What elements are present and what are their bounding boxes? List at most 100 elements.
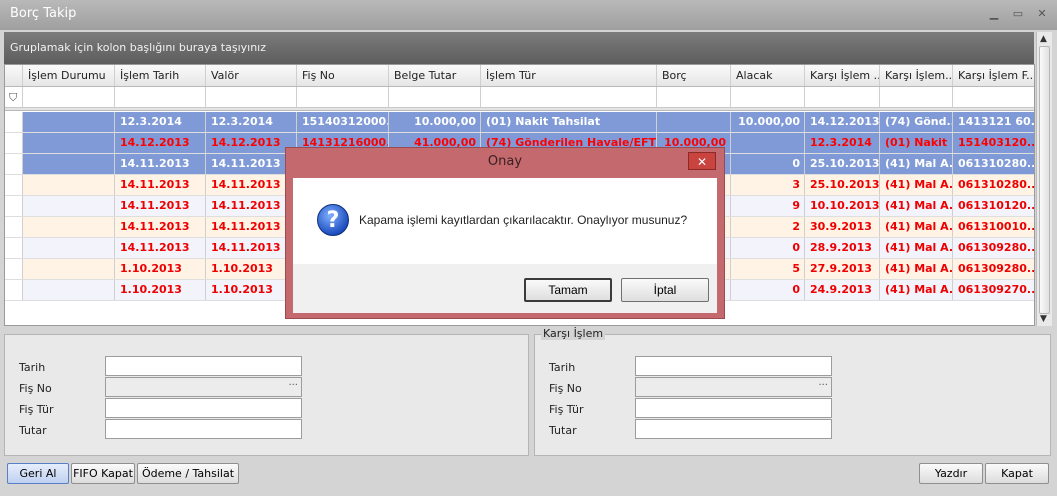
grid-vertical-scrollbar[interactable]: ▲ ▼ (1036, 32, 1052, 326)
table-cell: (01) Nakit Tahsilat (481, 112, 657, 132)
group-by-panel[interactable]: Gruplamak için kolon başlığını buraya ta… (4, 32, 1034, 64)
filter-cell[interactable] (481, 87, 657, 107)
scrollbar-thumb[interactable] (1039, 46, 1050, 314)
filter-cell[interactable] (880, 87, 953, 107)
row-indicator[interactable] (5, 196, 23, 216)
tamam-button[interactable]: Tamam (524, 278, 612, 302)
table-cell: 9 (731, 196, 805, 216)
filter-cell[interactable] (115, 87, 206, 107)
header-indicator (5, 65, 23, 86)
fis-no-field[interactable]: ··· (105, 377, 302, 397)
table-cell: 061310010... (953, 217, 1034, 237)
table-cell: (01) Nakit ... (880, 133, 953, 153)
close-icon[interactable]: ✕ (1034, 6, 1050, 22)
table-cell: 10.000,00 (389, 112, 481, 132)
table-cell: 14.11.2013 (115, 196, 206, 216)
table-cell: 14.12.2013 (115, 133, 206, 153)
row-indicator[interactable]: › (5, 154, 23, 174)
table-cell: 30.9.2013 (805, 217, 880, 237)
grid-filter-row[interactable]: ⛉ (5, 87, 1034, 108)
table-cell: 061310280... (953, 175, 1034, 195)
filter-cell[interactable] (953, 87, 1034, 107)
table-cell: 14.11.2013 (115, 238, 206, 258)
column-header-fis-no[interactable]: Fiş No (297, 65, 389, 86)
column-header-borc[interactable]: Borç (657, 65, 731, 86)
kapat-button[interactable]: Kapat (985, 463, 1049, 484)
dialog-title: Onay (487, 154, 523, 169)
row-indicator[interactable] (5, 175, 23, 195)
filter-cell[interactable] (297, 87, 389, 107)
table-cell (731, 133, 805, 153)
column-header-valor[interactable]: Valör (206, 65, 297, 86)
row-indicator[interactable] (5, 259, 23, 279)
table-cell: 2 (731, 217, 805, 237)
karsi-tutar-field[interactable] (635, 419, 832, 439)
filter-cell[interactable] (23, 87, 115, 107)
table-cell: 14.11.2013 (115, 175, 206, 195)
column-header-islem-tarih[interactable]: İşlem Tarih (115, 65, 206, 86)
column-header-karsi-islem-tur[interactable]: Karşı İşlem... (880, 65, 953, 86)
table-cell: 1.10.2013 (115, 280, 206, 300)
scroll-down-icon[interactable]: ▼ (1040, 314, 1047, 324)
table-cell: 1.10.2013 (115, 259, 206, 279)
karsi-fis-no-field[interactable]: ··· (635, 377, 832, 397)
table-cell: (41) Mal A... (880, 259, 953, 279)
column-header-alacak[interactable]: Alacak (731, 65, 805, 86)
table-cell: 24.9.2013 (805, 280, 880, 300)
fifo-kapat-button[interactable]: FIFO Kapat (71, 463, 135, 484)
filter-cell[interactable] (389, 87, 481, 107)
ellipsis-button[interactable]: ··· (818, 380, 828, 391)
geri-al-button[interactable]: Geri Al (7, 463, 69, 484)
table-cell: 27.9.2013 (805, 259, 880, 279)
table-cell (23, 259, 115, 279)
iptal-button[interactable]: İptal (621, 278, 709, 302)
filter-cell[interactable] (731, 87, 805, 107)
maximize-icon[interactable]: ▭ (1010, 6, 1026, 22)
dialog-close-icon[interactable]: ✕ (688, 152, 716, 170)
table-row[interactable]: 12.3.201412.3.201415140312000...10.000,0… (5, 112, 1034, 133)
table-cell: 12.3.2014 (206, 112, 297, 132)
table-cell: 10.10.2013 (805, 196, 880, 216)
table-cell: 061310280... (953, 154, 1034, 174)
row-indicator[interactable] (5, 133, 23, 153)
column-header-islem-tur[interactable]: İşlem Tür (481, 65, 657, 86)
column-header-karsi-islem-tarih[interactable]: Karşı İşlem ... (805, 65, 880, 86)
column-header-karsi-islem-fis[interactable]: Karşı İşlem F... (953, 65, 1034, 86)
tarih-field[interactable] (105, 356, 302, 376)
table-cell (23, 217, 115, 237)
row-indicator[interactable] (5, 280, 23, 300)
column-header-islem-durumu[interactable]: İşlem Durumu (23, 65, 115, 86)
table-cell: 061309280... (953, 238, 1034, 258)
filter-cell[interactable] (206, 87, 297, 107)
scroll-up-icon[interactable]: ▲ (1040, 34, 1047, 44)
table-cell: 14.11.2013 (206, 217, 297, 237)
row-indicator[interactable] (5, 217, 23, 237)
table-cell: 14.11.2013 (115, 154, 206, 174)
odeme-tahsilat-button[interactable]: Ödeme / Tahsilat (137, 463, 239, 484)
table-cell: 14.12.2013 (805, 112, 880, 132)
tutar-field[interactable] (105, 419, 302, 439)
karsi-tarih-field[interactable] (635, 356, 832, 376)
karsi-fis-tur-field[interactable] (635, 398, 832, 418)
table-cell (23, 196, 115, 216)
dialog-body: ? Kapama işlemi kayıtlardan çıkarılacakt… (293, 178, 717, 264)
column-header-belge-tutar[interactable]: Belge Tutar (389, 65, 481, 86)
filter-cell[interactable] (657, 87, 731, 107)
filter-icon[interactable]: ⛉ (5, 87, 23, 107)
table-cell: 12.3.2014 (805, 133, 880, 153)
ellipsis-button[interactable]: ··· (288, 380, 298, 391)
row-indicator[interactable] (5, 112, 23, 132)
minimize-icon[interactable]: ▁ (986, 6, 1002, 22)
karsi-fis-tur-label: Fiş Tür (549, 403, 584, 416)
table-cell: 14.11.2013 (115, 217, 206, 237)
table-cell: 0 (731, 238, 805, 258)
table-cell: 1.10.2013 (206, 259, 297, 279)
yazdir-button[interactable]: Yazdır (919, 463, 983, 484)
table-cell (23, 133, 115, 153)
filter-cell[interactable] (805, 87, 880, 107)
table-cell: 061309280... (953, 259, 1034, 279)
fis-tur-field[interactable] (105, 398, 302, 418)
table-cell: 25.10.2013 (805, 154, 880, 174)
row-indicator[interactable] (5, 238, 23, 258)
tarih-label: Tarih (19, 361, 46, 374)
